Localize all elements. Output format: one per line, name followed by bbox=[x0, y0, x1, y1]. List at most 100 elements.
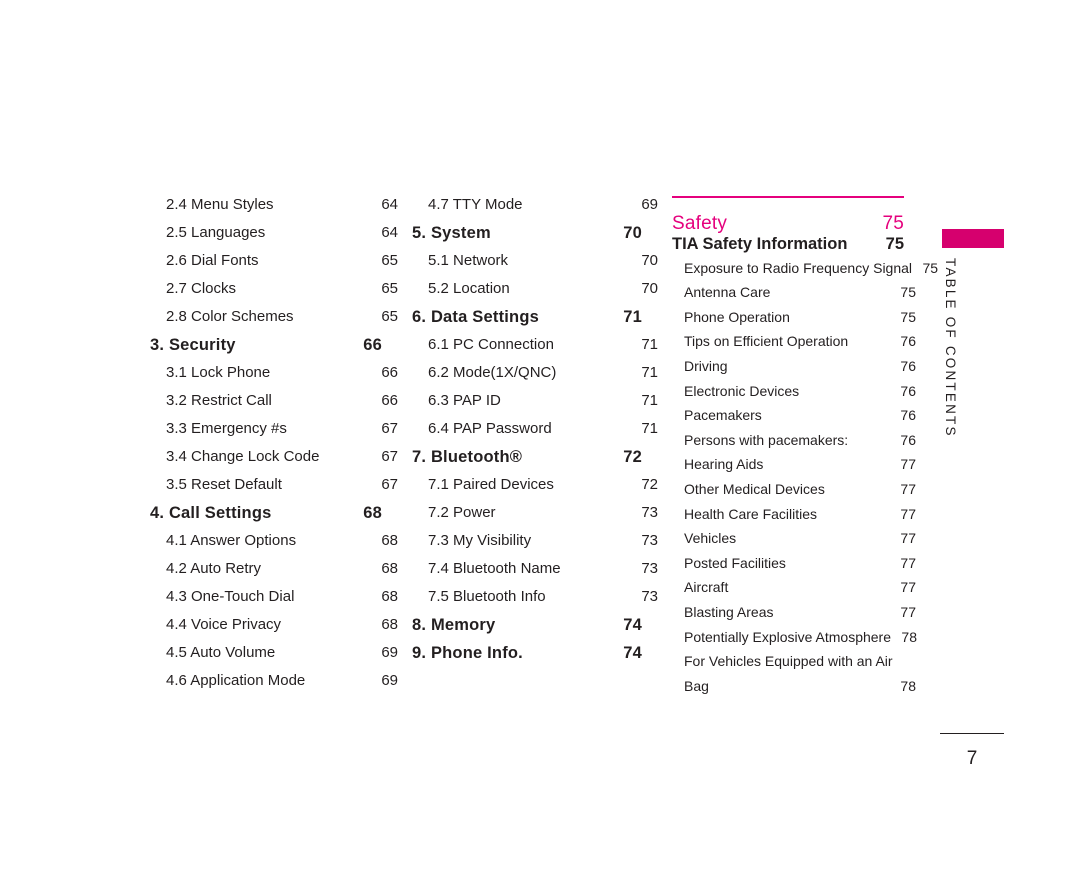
toc-entry-row[interactable]: 6.4 PAP Password 71 bbox=[428, 420, 658, 448]
toc-entry-row[interactable]: Other Medical Devices 77 bbox=[684, 481, 916, 506]
toc-entry-page: 67 bbox=[381, 448, 398, 465]
toc-entry-row[interactable]: 3.5 Reset Default 67 bbox=[166, 476, 398, 504]
toc-entry-row[interactable]: 4.7 TTY Mode 69 bbox=[428, 196, 658, 224]
toc-entry-row[interactable]: 4.6 Application Mode 69 bbox=[166, 672, 398, 700]
toc-entry-row[interactable]: 3.3 Emergency #s 67 bbox=[166, 420, 398, 448]
toc-entry-label: 7. Bluetooth® bbox=[412, 448, 523, 466]
toc-entry-row[interactable]: 4.1 Answer Options 68 bbox=[166, 532, 398, 560]
footer-rule bbox=[940, 733, 1004, 734]
toc-entry-row[interactable]: 4.2 Auto Retry 68 bbox=[166, 560, 398, 588]
toc-entry-label: Persons with pacemakers: bbox=[684, 431, 849, 448]
toc-entry-label: Other Medical Devices bbox=[684, 480, 825, 497]
toc-entry-page: 78 bbox=[900, 677, 916, 694]
toc-entry-row[interactable]: Hearing Aids 77 bbox=[684, 456, 916, 481]
toc-entry-label: 2.4 Menu Styles bbox=[166, 196, 274, 213]
toc-entry-row[interactable]: 5.2 Location 70 bbox=[428, 280, 658, 308]
toc-entry-row[interactable]: Driving 76 bbox=[684, 358, 916, 383]
toc-section-row[interactable]: 3. Security 66 bbox=[150, 336, 382, 364]
toc-entry-row[interactable]: 7.1 Paired Devices 72 bbox=[428, 476, 658, 504]
toc-entry-page: 67 bbox=[381, 420, 398, 437]
toc-entry-page: 76 bbox=[900, 407, 916, 424]
toc-entry-row[interactable]: 4.3 One-Touch Dial 68 bbox=[166, 588, 398, 616]
toc-entry-row[interactable]: Vehicles 77 bbox=[684, 530, 916, 555]
toc-entry-row[interactable]: 3.1 Lock Phone 66 bbox=[166, 364, 398, 392]
toc-entry-page: 76 bbox=[900, 382, 916, 399]
footer-page-number: 7 bbox=[966, 748, 978, 769]
toc-entry-label: 3.1 Lock Phone bbox=[166, 364, 271, 381]
toc-entry-label: 4.1 Answer Options bbox=[166, 532, 297, 549]
toc-entry-page: 66 bbox=[363, 336, 382, 354]
toc-entry-row[interactable]: Blasting Areas 77 bbox=[684, 604, 916, 629]
toc-entry-row[interactable]: 4.4 Voice Privacy 68 bbox=[166, 616, 398, 644]
toc-entry-label: 6.4 PAP Password bbox=[428, 420, 552, 437]
toc-entry-page: 77 bbox=[900, 579, 916, 596]
toc-entry-row[interactable]: Potentially Explosive Atmosphere 78 bbox=[684, 628, 917, 654]
toc-entry-page: 76 bbox=[900, 357, 916, 374]
toc-entry-label: 6. Data Settings bbox=[412, 308, 539, 326]
safety-section-title: Safety bbox=[672, 213, 728, 234]
toc-page: 2.4 Menu Styles 64 2.5 Languages 64 2.6 Dial… bbox=[0, 0, 1080, 888]
toc-entry-row[interactable]: 7.2 Power 73 bbox=[428, 504, 658, 532]
toc-entry-page: 74 bbox=[623, 616, 642, 634]
toc-entry-label: Antenna Care bbox=[684, 284, 771, 301]
toc-section-row[interactable]: 8. Memory 74 bbox=[412, 616, 642, 644]
toc-entry-row[interactable]: 6.2 Mode(1X/QNC) 71 bbox=[428, 364, 658, 392]
toc-entry-page: 73 bbox=[641, 532, 658, 549]
toc-entry-row[interactable]: Bag 78 bbox=[684, 678, 916, 703]
toc-entry-label: Posted Facilities bbox=[684, 554, 786, 571]
toc-column-2: 4.7 TTY Mode 69 5. System 70 5.1 Network 70 5.… bbox=[412, 196, 658, 672]
toc-entry-page: 69 bbox=[381, 644, 398, 661]
toc-entry-label: 7.1 Paired Devices bbox=[428, 476, 554, 493]
toc-entry-row[interactable]: 7.4 Bluetooth Name 73 bbox=[428, 560, 658, 588]
toc-entry-row[interactable]: 7.3 My Visibility 73 bbox=[428, 532, 658, 560]
toc-section-row[interactable]: 4. Call Settings 68 bbox=[150, 504, 382, 532]
toc-entry-row[interactable]: Health Care Facilities 77 bbox=[684, 506, 916, 531]
toc-entry-row[interactable]: Posted Facilities 77 bbox=[684, 555, 916, 580]
toc-entry-label: 3.2 Restrict Call bbox=[166, 392, 272, 409]
toc-entry-label: 7.2 Power bbox=[428, 504, 496, 521]
toc-entry-page: 78 bbox=[901, 628, 917, 645]
safety-section-heading[interactable]: Safety 75 bbox=[672, 205, 904, 235]
toc-entry-row[interactable]: 3.2 Restrict Call 66 bbox=[166, 392, 398, 420]
toc-entry-row[interactable]: 6.1 PC Connection 71 bbox=[428, 336, 658, 364]
toc-entry-row[interactable]: 6.3 PAP ID 71 bbox=[428, 392, 658, 420]
toc-entry-row[interactable]: Persons with pacemakers: 76 bbox=[684, 432, 916, 457]
toc-entry-row[interactable]: Pacemakers 76 bbox=[684, 407, 916, 432]
toc-section-row[interactable]: 7. Bluetooth® 72 bbox=[412, 448, 642, 476]
toc-entry-row[interactable]: Aircraft 77 bbox=[684, 579, 916, 604]
toc-entry-page: 77 bbox=[900, 603, 916, 620]
toc-entry-label: 4. Call Settings bbox=[150, 504, 272, 522]
toc-entry-row[interactable]: 2.8 Color Schemes 65 bbox=[166, 308, 398, 336]
toc-entry-label: Blasting Areas bbox=[684, 603, 774, 620]
toc-entry-row[interactable]: 7.5 Bluetooth Info 73 bbox=[428, 588, 658, 616]
toc-entry-row[interactable]: 2.7 Clocks 65 bbox=[166, 280, 398, 308]
toc-entry-page: 69 bbox=[641, 196, 658, 213]
toc-entry-label: 6.2 Mode(1X/QNC) bbox=[428, 364, 557, 381]
toc-entry-row[interactable]: Exposure to Radio Frequency Signal 75 bbox=[684, 260, 938, 285]
toc-entry-row[interactable]: 2.5 Languages 64 bbox=[166, 224, 398, 252]
toc-entry-page: 65 bbox=[381, 280, 398, 297]
toc-entry-row[interactable]: Phone Operation 75 bbox=[684, 309, 916, 334]
toc-entry-label: TIA Safety Information bbox=[672, 235, 848, 253]
toc-entry-row[interactable]: Tips on Efficient Operation 76 bbox=[684, 333, 916, 358]
toc-entry-row[interactable]: Antenna Care 75 bbox=[684, 284, 916, 309]
toc-entry-row[interactable]: 3.4 Change Lock Code 67 bbox=[166, 448, 398, 476]
toc-section-row[interactable]: 6. Data Settings 71 bbox=[412, 308, 642, 336]
toc-entry-page: 68 bbox=[381, 588, 398, 605]
toc-entry-label: 4.2 Auto Retry bbox=[166, 560, 262, 577]
toc-entry-row[interactable]: 4.5 Auto Volume 69 bbox=[166, 644, 398, 672]
toc-entry-page: 77 bbox=[900, 530, 916, 547]
toc-section-row[interactable]: TIA Safety Information 75 bbox=[672, 235, 904, 260]
toc-entry-label: 3. Security bbox=[150, 336, 236, 354]
toc-entry-row[interactable]: Electronic Devices 76 bbox=[684, 383, 916, 408]
toc-entry-page: 71 bbox=[623, 308, 642, 326]
section-tab-label: TABLE OF CONTENTS bbox=[943, 258, 958, 438]
toc-section-row[interactable]: 5. System 70 bbox=[412, 224, 642, 252]
toc-entry-row[interactable]: For Vehicles Equipped with an Air bbox=[684, 653, 916, 678]
toc-entry-label: 3.3 Emergency #s bbox=[166, 420, 287, 437]
toc-section-row[interactable]: 9. Phone Info. 74 bbox=[412, 644, 642, 672]
toc-entry-row[interactable]: 5.1 Network 70 bbox=[428, 252, 658, 280]
toc-entry-row[interactable]: 2.6 Dial Fonts 65 bbox=[166, 252, 398, 280]
toc-entry-row[interactable]: 2.4 Menu Styles 64 bbox=[166, 196, 398, 224]
toc-entry-page: 72 bbox=[641, 476, 658, 493]
